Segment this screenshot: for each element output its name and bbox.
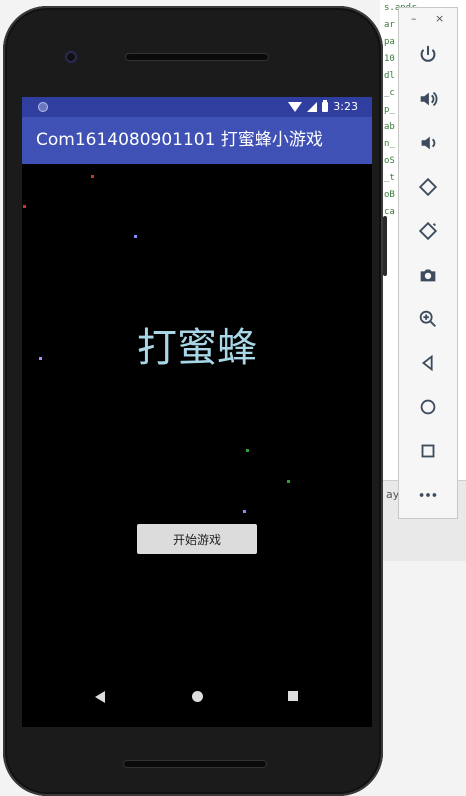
battery-icon	[322, 99, 329, 112]
game-title: 打蜜蜂	[137, 325, 257, 371]
zoom-icon[interactable]	[415, 306, 441, 332]
back-icon[interactable]	[415, 350, 441, 376]
volume-down-icon[interactable]	[415, 130, 441, 156]
more-icon[interactable]	[415, 482, 441, 508]
phone-frame: 3:23 Com1614080901101 打蜜蜂小游戏 打蜜蜂 开始游戏	[3, 6, 387, 796]
emulator-toolbar: – ×	[398, 7, 458, 519]
camera-icon[interactable]	[415, 262, 441, 288]
rotate-right-icon[interactable]	[415, 218, 441, 244]
start-game-button[interactable]: 开始游戏	[137, 524, 257, 554]
particle-dot	[287, 480, 290, 483]
notification-icon	[38, 102, 48, 112]
home-icon[interactable]	[415, 394, 441, 420]
particle-dot	[243, 510, 246, 513]
front-camera	[65, 51, 77, 63]
bottom-speaker	[123, 760, 267, 768]
wifi-icon	[288, 101, 303, 112]
back-icon[interactable]	[95, 691, 105, 703]
particle-dot	[134, 235, 137, 238]
overview-icon[interactable]	[415, 438, 441, 464]
particle-dot	[23, 205, 26, 208]
particle-dot	[246, 449, 249, 452]
minimize-button[interactable]: –	[411, 12, 417, 25]
signal-icon	[307, 101, 318, 112]
power-icon[interactable]	[415, 42, 441, 68]
volume-up-icon[interactable]	[415, 86, 441, 112]
status-bar: 3:23	[22, 97, 372, 117]
rotate-left-icon[interactable]	[415, 174, 441, 200]
app-title-bar: Com1614080901101 打蜜蜂小游戏	[22, 117, 372, 164]
phone-screen: 3:23 Com1614080901101 打蜜蜂小游戏 打蜜蜂 开始游戏	[22, 97, 372, 727]
close-button[interactable]: ×	[435, 12, 444, 25]
particle-dot	[91, 175, 94, 178]
recent-apps-icon[interactable]	[288, 691, 298, 701]
side-button	[383, 216, 387, 276]
nav-bar	[22, 677, 372, 717]
top-speaker	[125, 53, 269, 61]
home-icon[interactable]	[192, 691, 203, 702]
status-time: 3:23	[333, 100, 358, 113]
